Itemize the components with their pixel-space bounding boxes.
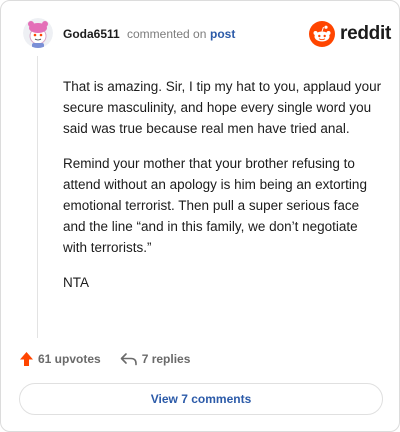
comment-card: Goda6511 commented on post reddit That i…	[0, 0, 400, 432]
reddit-snoo-icon	[309, 21, 335, 47]
upvote-count: 61 upvotes	[38, 352, 101, 366]
reddit-logo[interactable]: reddit	[309, 21, 391, 47]
comment-actions: 61 upvotes 7 replies	[19, 349, 190, 369]
upvote-button[interactable]: 61 upvotes	[19, 351, 101, 367]
reply-count: 7 replies	[141, 352, 191, 366]
comment-paragraph-3: NTA	[63, 275, 89, 290]
comment-paragraph-2: Remind your mother that your brother ref…	[63, 156, 367, 255]
replies-button[interactable]: 7 replies	[120, 352, 191, 366]
comment-paragraph-1: That is amazing. Sir, I tip my hat to yo…	[63, 79, 382, 136]
commented-on-text: commented on	[127, 27, 207, 41]
post-link[interactable]: post	[210, 27, 235, 41]
thread-line	[37, 56, 38, 338]
comment-author[interactable]: Goda6511	[63, 27, 120, 41]
reply-arrow-icon	[120, 353, 137, 366]
upvote-arrow-icon	[20, 352, 33, 366]
user-avatar[interactable]	[23, 18, 53, 48]
comment-body: That is amazing. Sir, I tip my hat to yo…	[63, 76, 383, 307]
view-comments-button[interactable]: View 7 comments	[19, 383, 383, 415]
reddit-wordmark: reddit	[340, 23, 391, 44]
